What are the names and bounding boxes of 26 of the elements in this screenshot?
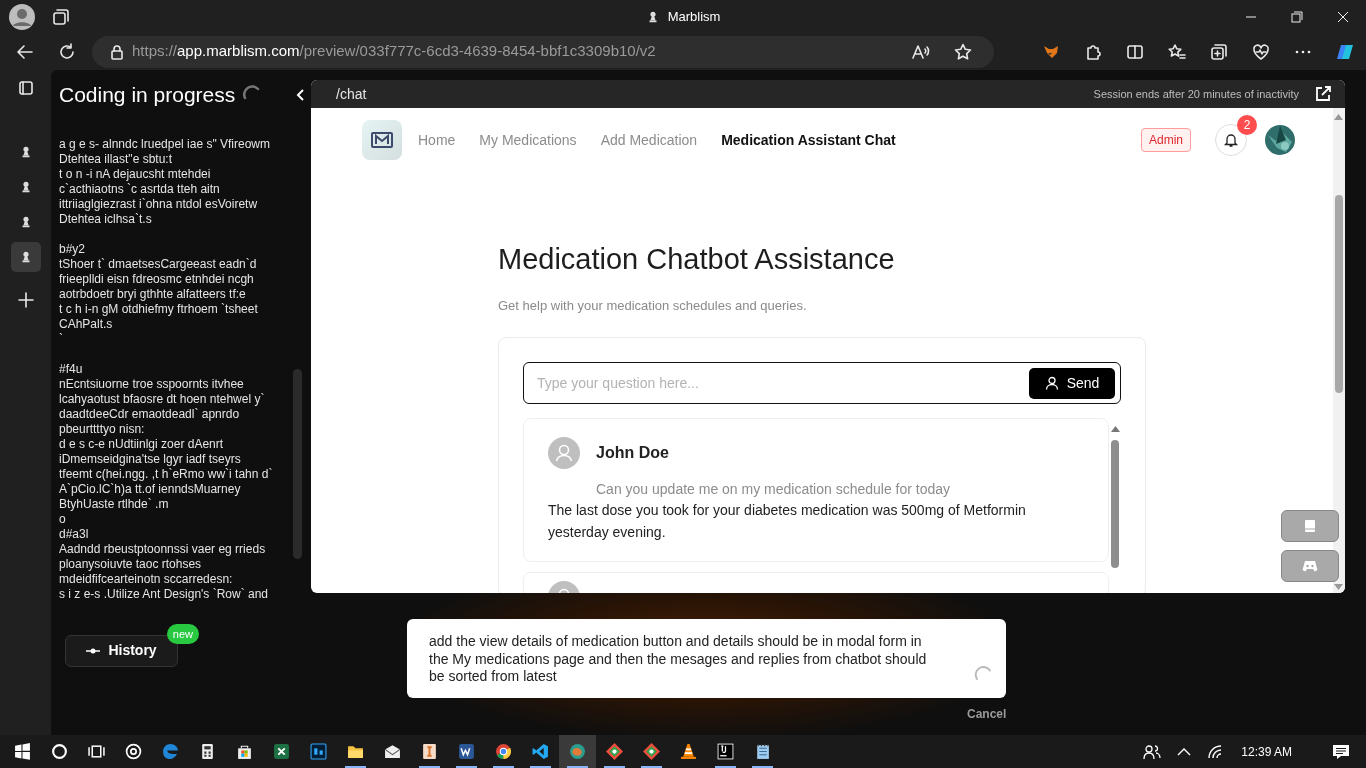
panel-title: Coding in progress xyxy=(59,82,236,108)
question-field[interactable]: Type your question here... Send xyxy=(523,362,1121,405)
prompt-box[interactable]: add the view details of medication button and details should be in modal form in the My medications page and then the mesages and replies from chatbot should be sorted from latest xyxy=(407,619,1006,698)
window-title: Marblism xyxy=(667,7,721,26)
notification-count: 2 xyxy=(1237,115,1257,135)
nav-link[interactable]: My Medications xyxy=(479,129,577,151)
route-label: /chat xyxy=(336,84,367,104)
author-name: John Doe xyxy=(596,443,669,464)
new-badge: new xyxy=(166,623,199,644)
nav-link[interactable]: Add Medication xyxy=(600,129,698,151)
log-text: a g e s- alnndc lruedpel iae s" Vfireowm Dtehtea illast"e sbtu:t t o n -i nA dejaucsht mtehdei c`acthiaotns `c asrtda tteh aitn ittriiaglgiezrast i`ohna ntdol esVoiretw Dtehtea iclhsa`t.s xyxy=(59,136,272,227)
log-text: #f4u nEcntsiuorne troe sspoornts itvhee lcahyaotust bfaosre dt hoen ntehwel y` daadtdeeCdr emaotdeadl` apnrdo pbeurttttyo nisn: d e s c-e nUdtiinlgi zoer dAenrt iDmemseidgina'tse lgyr iadf tseyrs tfeemt c(hei.ngg. ,t h`eRmo ww`i tahn d` A`pCio.lC`h)a tt.of ienndsMuarney BtyhUaste rtlhde` .m o d#a3l Aadndd rbeustptoonnssi vaer eg rrieds ploanysoiuvte taoc rtohses mdeidfifcearteinotn sccarredesn: s i z e-s .Utilize Ant Design's `Row` and xyxy=(59,361,274,602)
address-bar[interactable]: https://app.marblism.com/preview/033f777c-6cd3-4639-8454-bbf1c3309b10/v2 xyxy=(92,35,994,68)
answer-text: The last dose you took for your diabetes medication was 500mg of Metformin yesterday evening. xyxy=(548,501,1027,543)
url-text: https://app.marblism.com/preview/033f777c-6cd3-4639-8454-bbf1c3309b10/v2 xyxy=(132,41,656,62)
clock[interactable]: 12:39 AM xyxy=(1241,742,1292,761)
session-notice: Session ends after 20 minutes of inactivity xyxy=(1093,86,1299,102)
send-button[interactable]: Send xyxy=(1029,367,1115,399)
nav-link[interactable]: Medication Assistant Chat xyxy=(721,129,896,151)
page-subheading: Get help with your medication schedules and queries. xyxy=(498,296,808,315)
question-text: Can you update me on my medication schedule for today xyxy=(596,480,952,500)
cancel-button[interactable]: Cancel xyxy=(967,705,1007,723)
log-text: b#y2 tShoer t` dmaetsesCargeeast eadn`d frieeplldi eisn fdreosmc etnhdei ncgh aotrbdoetr bryi gthhte alfatteers tf:e t c h i-n gM otdhiefmy ftrhoem `tsheet CAhPalt.s ` xyxy=(59,241,259,347)
role-badge: Admin xyxy=(1141,128,1191,152)
page-heading: Medication Chatbot Assistance xyxy=(498,242,896,277)
prompt-text: add the view details of medication button and details should be in modal form in the My medications page and then the mesages and replies from chatbot should be sorted from latest xyxy=(429,633,927,684)
